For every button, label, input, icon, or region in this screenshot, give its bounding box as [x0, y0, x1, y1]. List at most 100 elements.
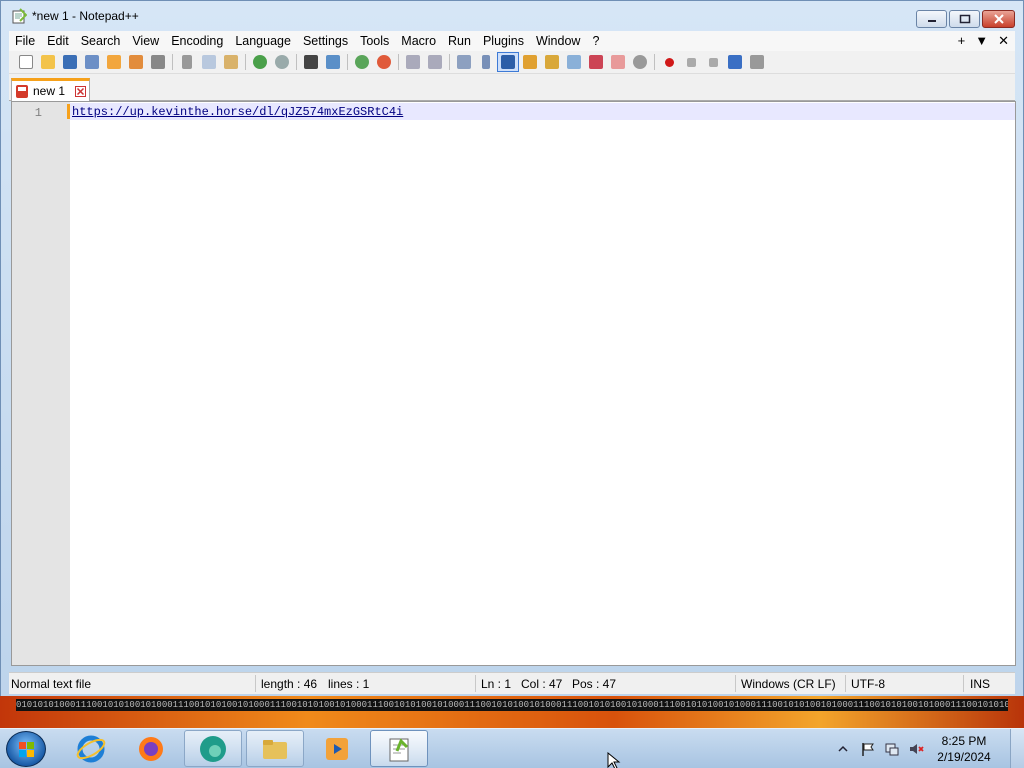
- taskbar-file-explorer[interactable]: [246, 730, 304, 767]
- indent-guide-button[interactable]: [497, 52, 519, 72]
- maximize-button[interactable]: [949, 10, 980, 28]
- close-all-button[interactable]: [125, 52, 147, 72]
- taskbar-edge[interactable]: [184, 730, 242, 767]
- menu-encoding[interactable]: Encoding: [165, 34, 229, 48]
- menu-bar: File Edit Search View Encoding Language …: [9, 31, 1015, 51]
- tab-new-1[interactable]: new 1: [11, 78, 90, 101]
- tab-close-icon[interactable]: [75, 85, 87, 97]
- doc-switcher-button[interactable]: [607, 52, 629, 72]
- user-language-button[interactable]: [519, 52, 541, 72]
- editor-line-text[interactable]: https://up.kevinthe.horse/dl/qJZ574mxEzG…: [72, 105, 403, 119]
- tab-bar: new 1: [9, 74, 1015, 101]
- status-file-type: Normal text file: [11, 677, 92, 691]
- sync-horizontal-button[interactable]: [424, 52, 446, 72]
- status-encoding[interactable]: UTF-8: [851, 677, 885, 691]
- replace-button[interactable]: [322, 52, 344, 72]
- editor-area[interactable]: 1 https://up.kevinthe.horse/dl/qJZ574mxE…: [11, 101, 1016, 666]
- open-file-button[interactable]: [37, 52, 59, 72]
- taskbar: 8:25 PM 2/19/2024: [0, 728, 1024, 768]
- indent-guide-icon: [501, 55, 515, 69]
- title-bar[interactable]: *new 1 - Notepad++: [1, 1, 1023, 31]
- status-bar: Normal text file length : 46 lines : 1 L…: [9, 672, 1015, 694]
- doc-switcher-icon: [611, 55, 625, 69]
- volume-muted-icon[interactable]: [908, 741, 924, 757]
- menu-window[interactable]: Window: [530, 34, 586, 48]
- line-number-gutter: 1: [12, 102, 70, 665]
- save-macro-icon: [750, 55, 764, 69]
- status-insert-mode[interactable]: INS: [970, 677, 990, 691]
- new-file-icon: [19, 55, 33, 69]
- taskbar-firefox[interactable]: [122, 730, 180, 767]
- clock-time: 8:25 PM: [941, 734, 987, 748]
- redo-icon: [275, 55, 289, 69]
- show-desktop-button[interactable]: [1010, 729, 1024, 768]
- status-eol[interactable]: Windows (CR LF): [741, 677, 836, 691]
- internet-explorer-icon: [76, 735, 106, 762]
- close-document-button[interactable]: ✕: [998, 33, 1009, 49]
- paste-button[interactable]: [220, 52, 242, 72]
- copy-button[interactable]: [198, 52, 220, 72]
- folder-as-workspace-button[interactable]: [585, 52, 607, 72]
- zoom-out-button[interactable]: [373, 52, 395, 72]
- close-file-button[interactable]: [103, 52, 125, 72]
- record-macro-button[interactable]: [658, 52, 680, 72]
- notepad-window: *new 1 - Notepad++ File Edit Search View…: [0, 0, 1024, 704]
- menu-help[interactable]: ?: [586, 34, 605, 48]
- save-macro-button[interactable]: [746, 52, 768, 72]
- minimize-button[interactable]: [916, 10, 947, 28]
- print-button[interactable]: [147, 52, 169, 72]
- menu-view[interactable]: View: [126, 34, 165, 48]
- taskbar-internet-explorer[interactable]: [62, 730, 120, 767]
- tab-list-dropdown-button[interactable]: ▼: [975, 33, 988, 49]
- toolbar-separator: [296, 54, 297, 70]
- menu-plugins[interactable]: Plugins: [477, 34, 530, 48]
- show-hidden-icons-icon[interactable]: [838, 744, 848, 754]
- folder-as-workspace-icon: [589, 55, 603, 69]
- find-icon: [304, 55, 318, 69]
- monitor-button[interactable]: [629, 52, 651, 72]
- copy-icon: [202, 55, 216, 69]
- new-tab-plus-button[interactable]: +: [958, 33, 966, 49]
- menu-settings[interactable]: Settings: [297, 34, 354, 48]
- function-list-icon: [567, 55, 581, 69]
- close-window-button[interactable]: [982, 10, 1015, 28]
- zoom-in-button[interactable]: [351, 52, 373, 72]
- word-wrap-button[interactable]: [453, 52, 475, 72]
- undo-button[interactable]: [249, 52, 271, 72]
- show-all-chars-icon: [482, 55, 490, 69]
- network-icon[interactable]: [884, 741, 900, 757]
- doc-map-button[interactable]: [541, 52, 563, 72]
- find-button[interactable]: [300, 52, 322, 72]
- menu-file[interactable]: File: [9, 34, 41, 48]
- action-center-flag-icon[interactable]: [860, 741, 876, 757]
- stop-macro-button[interactable]: [680, 52, 702, 72]
- sync-vertical-button[interactable]: [402, 52, 424, 72]
- menu-tools[interactable]: Tools: [354, 34, 395, 48]
- save-icon: [63, 55, 77, 69]
- function-list-button[interactable]: [563, 52, 585, 72]
- play-macro-button[interactable]: [702, 52, 724, 72]
- start-button[interactable]: [6, 731, 46, 767]
- redo-button[interactable]: [271, 52, 293, 72]
- save-button[interactable]: [59, 52, 81, 72]
- status-divider: [845, 675, 846, 692]
- menu-edit[interactable]: Edit: [41, 34, 75, 48]
- taskbar-media-player[interactable]: [308, 730, 366, 767]
- menu-macro[interactable]: Macro: [395, 34, 442, 48]
- word-wrap-icon: [457, 55, 471, 69]
- save-all-button[interactable]: [81, 52, 103, 72]
- show-all-chars-button[interactable]: [475, 52, 497, 72]
- menu-language[interactable]: Language: [229, 34, 297, 48]
- menu-run[interactable]: Run: [442, 34, 477, 48]
- run-multiple-macro-button[interactable]: [724, 52, 746, 72]
- new-file-button[interactable]: [15, 52, 37, 72]
- play-macro-icon: [708, 57, 718, 67]
- status-divider: [475, 675, 476, 692]
- cut-button[interactable]: [176, 52, 198, 72]
- clock[interactable]: 8:25 PM 2/19/2024: [924, 733, 1004, 765]
- close-file-icon: [107, 55, 121, 69]
- menu-search[interactable]: Search: [75, 34, 127, 48]
- clock-date: 2/19/2024: [937, 750, 991, 764]
- taskbar-notepad-plus-plus[interactable]: [370, 730, 428, 767]
- toolbar-separator: [245, 54, 246, 70]
